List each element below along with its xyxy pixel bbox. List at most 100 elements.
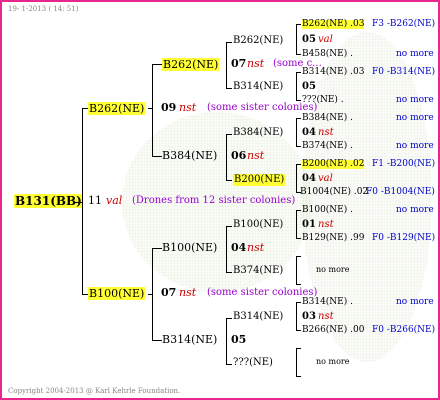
connector: [296, 24, 301, 25]
gen4-ref[interactable]: F3 -B262(NE): [372, 20, 435, 29]
connector: [296, 24, 297, 54]
connector: [296, 348, 301, 349]
connector: [226, 318, 232, 319]
gen4-sub-id[interactable]: B458(NE) .: [302, 50, 353, 59]
gen1-note: (some sister colonies): [207, 287, 318, 298]
connector: [152, 340, 162, 341]
gen4-queen-id[interactable]: B384(NE) .: [302, 114, 353, 123]
gen4-sub-id[interactable]: B129(NE) .99: [302, 234, 364, 243]
footer-copyright: Copyright 2004-2013 @ Karl Kehrle Founda…: [8, 387, 181, 395]
gen4-num: 01: [302, 219, 316, 230]
gen2-num: 05: [231, 333, 247, 346]
connector: [226, 180, 232, 181]
gen4-code: nst: [318, 219, 334, 230]
connector: [148, 108, 152, 109]
connector: [296, 54, 301, 55]
connector: [296, 256, 301, 257]
gen4-queen-id[interactable]: B100(NE) .: [302, 206, 353, 215]
gen4-ref[interactable]: F0 -B314(NE): [372, 68, 435, 77]
connector: [226, 318, 227, 364]
connector: [296, 118, 301, 119]
gen3-queen-id[interactable]: B262(NE): [233, 36, 283, 46]
gen4-code: val: [318, 173, 333, 184]
gen4-sub-ref[interactable]: F0 -B266(NE): [372, 326, 435, 335]
connector: [226, 226, 227, 272]
gen4-num: 04: [302, 127, 316, 138]
connector: [296, 146, 301, 147]
root-bee-id[interactable]: B131(BB): [14, 194, 83, 208]
connector: [152, 248, 153, 340]
connector: [296, 100, 301, 101]
gen4-sub-id[interactable]: B266(NE) .00: [302, 326, 364, 335]
connector: [226, 226, 232, 227]
gen4-num: 05: [302, 34, 316, 45]
pedigree-frame: 19- 1-2013 ( 14: 51) Copyright 2004-2013…: [0, 0, 440, 400]
connector: [152, 64, 162, 65]
gen4-num: 04: [302, 173, 316, 184]
gen4-sub-ref: no more: [396, 95, 434, 105]
gen4-num: 05: [302, 81, 316, 92]
connector: [296, 302, 297, 330]
gen4-ref[interactable]: F1 -B200(NE): [372, 160, 435, 169]
gen1-note: (some sister colonies): [207, 102, 318, 113]
gen1-queen-id[interactable]: B262(NE): [88, 102, 146, 115]
gen2-queen-id[interactable]: B314(NE): [162, 334, 217, 345]
gen2-code: nst: [247, 241, 265, 254]
gen4-ref: no more: [396, 205, 434, 215]
gen3-queen-id[interactable]: B100(NE): [233, 220, 283, 230]
gen3-queen-id[interactable]: ???(NE): [233, 358, 273, 368]
gen4-sub-ref: no more: [396, 49, 434, 59]
gen4-code: nst: [318, 127, 334, 138]
gen4-no-more: no more: [316, 357, 350, 366]
gen4-sub-ref[interactable]: F0 -B1004(NE): [366, 188, 435, 197]
gen4-ref: no more: [396, 113, 434, 123]
connector: [82, 108, 83, 294]
connector: [296, 348, 297, 376]
connector: [296, 210, 297, 238]
gen1-queen-id[interactable]: B100(NE): [88, 287, 146, 300]
gen4-queen-id[interactable]: B200(NE) .02: [302, 160, 365, 169]
gen3-queen-id[interactable]: B314(NE): [233, 82, 283, 92]
gen2-queen-id[interactable]: B262(NE): [162, 58, 220, 71]
gen4-sub-ref[interactable]: F0 -B129(NE): [372, 234, 435, 243]
gen3-queen-id[interactable]: B374(NE): [233, 266, 283, 276]
gen4-sub-id[interactable]: B374(NE) .: [302, 142, 353, 151]
header-date: 19- 1-2013 ( 14: 51): [8, 5, 79, 13]
center-num: 11: [88, 194, 102, 207]
gen2-code: nst: [247, 149, 265, 162]
gen4-code: nst: [318, 311, 334, 322]
gen4-queen-id[interactable]: B314(NE) .: [302, 298, 353, 307]
gen3-queen-id[interactable]: B384(NE): [233, 128, 283, 138]
gen4-code: val: [318, 34, 333, 45]
connector: [148, 294, 152, 295]
gen4-no-more: no more: [316, 265, 350, 274]
connector: [296, 330, 301, 331]
gen1-num: 07: [161, 286, 177, 299]
connector: [226, 364, 232, 365]
gen4-sub-id[interactable]: B1004(NE) .02: [300, 188, 368, 197]
connector: [296, 376, 301, 377]
connector: [296, 164, 301, 165]
gen4-queen-id[interactable]: B314(NE) .03: [302, 68, 364, 77]
gen1-num: 09: [161, 101, 177, 114]
center-code: val: [106, 194, 123, 207]
gen4-queen-id[interactable]: B262(NE) .03: [302, 20, 365, 29]
gen4-sub-ref: no more: [396, 141, 434, 151]
gen2-num: 07: [231, 57, 247, 70]
gen2-queen-id[interactable]: B100(NE): [162, 242, 217, 253]
connector: [296, 118, 297, 146]
connector: [296, 302, 301, 303]
gen4-sub-id[interactable]: ???(NE) .: [302, 96, 344, 105]
connector: [226, 134, 232, 135]
connector: [296, 210, 301, 211]
connector: [226, 88, 232, 89]
gen2-queen-id[interactable]: B384(NE): [162, 150, 217, 161]
gen3-queen-id[interactable]: B200(NE): [233, 174, 286, 186]
connector: [296, 256, 297, 284]
gen1-code: nst: [179, 101, 197, 114]
connector: [226, 272, 232, 273]
gen3-queen-id[interactable]: B314(NE): [233, 312, 283, 322]
gen4-ref: no more: [396, 297, 434, 307]
connector: [296, 238, 301, 239]
connector: [296, 164, 297, 192]
